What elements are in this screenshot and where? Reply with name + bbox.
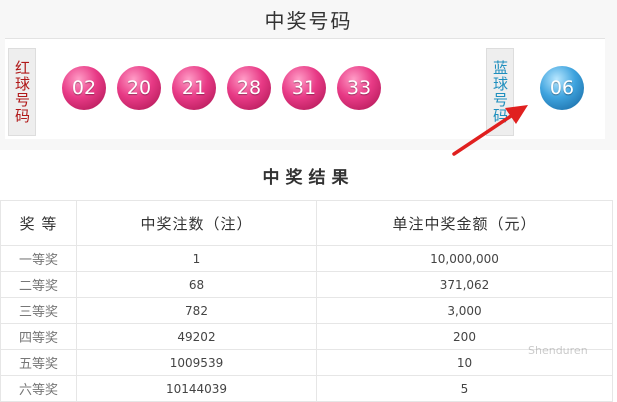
prize-amount: 5 [316, 375, 613, 402]
red-ball: 31 [282, 66, 326, 110]
red-ball: 02 [62, 66, 106, 110]
table-header-row: 奖 等 中奖注数（注） 单注中奖金额（元） [0, 200, 613, 246]
prize-level: 一等奖 [0, 245, 77, 272]
prize-level: 四等奖 [0, 323, 77, 350]
red-ball: 20 [117, 66, 161, 110]
prize-level: 六等奖 [0, 375, 77, 402]
red-ball: 28 [227, 66, 271, 110]
red-arrow-annotation [452, 105, 528, 156]
prize-amount: 10,000,000 [316, 245, 613, 272]
red-ball: 33 [337, 66, 381, 110]
winner-count: 68 [76, 271, 317, 298]
column-header-amount: 单注中奖金额（元） [316, 200, 613, 246]
table-row: 一等奖 1 10,000,000 [0, 245, 613, 272]
prize-amount: 3,000 [316, 297, 613, 324]
winner-count: 782 [76, 297, 317, 324]
red-ball: 21 [172, 66, 216, 110]
prize-level: 五等奖 [0, 349, 77, 376]
results-table: 奖 等 中奖注数（注） 单注中奖金额（元） 一等奖 1 10,000,000 二… [0, 200, 613, 402]
column-header-level: 奖 等 [0, 200, 77, 246]
winner-count: 1 [76, 245, 317, 272]
table-row: 六等奖 10144039 5 [0, 375, 613, 402]
prize-level: 二等奖 [0, 271, 77, 298]
winner-count: 10144039 [76, 375, 317, 402]
watermark: Shenduren [528, 344, 588, 357]
table-row: 二等奖 68 371,062 [0, 271, 613, 298]
prize-amount: 371,062 [316, 271, 613, 298]
red-ball-label: 红球号码 [8, 48, 36, 136]
prize-level: 三等奖 [0, 297, 77, 324]
column-header-count: 中奖注数（注） [76, 200, 317, 246]
table-row: 四等奖 49202 200 [0, 323, 613, 350]
results-title: 中奖结果 [262, 168, 355, 188]
table-row: 三等奖 782 3,000 [0, 297, 613, 324]
table-row: 五等奖 1009539 10 [0, 349, 613, 376]
winner-count: 1009539 [76, 349, 317, 376]
blue-ball: 06 [540, 66, 584, 110]
panel-title: 中奖号码 [264, 9, 353, 33]
winner-count: 49202 [76, 323, 317, 350]
